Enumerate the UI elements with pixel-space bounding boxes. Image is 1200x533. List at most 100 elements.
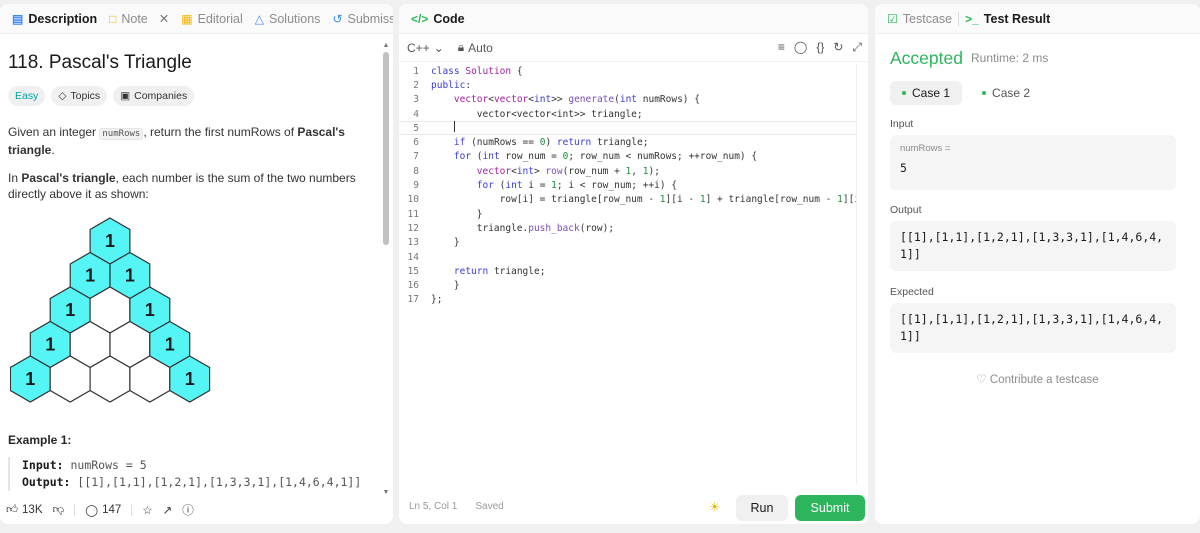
code-line: 12 triangle.push_back(row); — [399, 221, 857, 235]
code-editor[interactable]: 1 class Solution { 2 public: 3 vector<vect… — [399, 64, 857, 307]
help-button[interactable]: ⓘ — [182, 502, 194, 518]
tab-solutions[interactable]: △ Solutions — [249, 4, 327, 33]
hex-value: 1 — [45, 335, 55, 355]
result-status: Accepted — [890, 48, 963, 68]
format-icon[interactable]: ≡ — [778, 40, 785, 55]
tab-test-result[interactable]: >_ Test Result — [959, 4, 1056, 33]
result-tab-bar: ☑ Testcase >_ Test Result — [875, 4, 1200, 34]
hex-value: 1 — [125, 266, 135, 286]
note-icon: □ — [109, 11, 117, 26]
statement-text: , return the first numRows of — [143, 125, 298, 139]
line-number: 11 — [407, 208, 419, 220]
checkbox-icon: ☑ — [887, 11, 898, 26]
contribute-label: Contribute a testcase — [989, 374, 1099, 386]
input-label: Input: — [22, 458, 64, 472]
editor-tools: ≡ ◯ {} ↻ ⤢ — [778, 40, 862, 55]
terminal-icon: >_ — [965, 11, 979, 26]
example-block: Input: numRows = 5 Output: [[1],[1,1],[1… — [8, 457, 380, 491]
bookmark-icon[interactable]: ◯ — [794, 40, 807, 55]
left-tab-bar: ▤ Description □ Note ✕ ▦ Editorial △ Sol… — [0, 4, 393, 34]
topics-chip[interactable]: ◇ Topics — [51, 86, 108, 106]
difficulty-label: Easy — [15, 90, 39, 102]
tab-testcase-label: Testcase — [902, 11, 953, 26]
tab-description[interactable]: ▤ Description — [6, 4, 103, 33]
problem-explanation: In Pascal's triangle, each number is the… — [8, 170, 368, 202]
share-button[interactable]: ↗ — [163, 503, 173, 517]
case-tabs: Case 1 Case 2 — [890, 81, 1042, 105]
language-select[interactable]: C++ ⌄ — [407, 41, 444, 55]
hex-value: 1 — [25, 369, 35, 389]
pass-dot-icon — [982, 91, 987, 95]
editor-scrollbar[interactable] — [856, 64, 857, 484]
example-heading: Example 1: — [8, 433, 72, 447]
companies-chip[interactable]: ▣ Companies — [113, 86, 195, 106]
hex-value: 1 — [185, 369, 195, 389]
param-value: 5 — [900, 161, 907, 175]
line-number: 5 — [413, 122, 419, 134]
favorite-button[interactable]: ☆ — [142, 503, 152, 517]
close-icon[interactable]: ✕ — [159, 11, 169, 26]
editor-toolbar: C++ ⌄ 🔒︎ Auto ≡ ◯ {} ↻ ⤢ — [399, 34, 868, 62]
star-icon: ☆ — [142, 505, 153, 517]
run-button[interactable]: Run — [736, 495, 788, 521]
line-number: 10 — [407, 194, 419, 206]
line-number: 12 — [407, 222, 419, 234]
like-button[interactable]: 👍︎ 13K — [6, 503, 43, 517]
hex-value: 1 — [105, 231, 115, 251]
tab-description-label: Description — [28, 11, 98, 26]
tab-submissions[interactable]: ↺ Submissio — [326, 4, 393, 33]
line-number: 8 — [413, 165, 419, 177]
lock-icon: ▣ — [120, 90, 131, 102]
line-number: 2 — [413, 79, 419, 91]
tab-note[interactable]: □ Note ✕ — [103, 4, 175, 33]
code-line-current: 5 — [399, 121, 857, 136]
line-number: 1 — [413, 65, 419, 77]
tab-code-label: Code — [433, 11, 465, 26]
line-number: 15 — [407, 265, 419, 277]
contribute-testcase-link[interactable]: ♡ Contribute a testcase — [875, 372, 1200, 386]
tab-editorial[interactable]: ▦ Editorial — [175, 4, 249, 33]
submit-button[interactable]: Submit — [795, 495, 865, 521]
code-line: 15 return triangle; — [399, 264, 857, 278]
difficulty-badge: Easy — [8, 86, 46, 106]
save-status: Saved — [475, 500, 504, 512]
expand-icon[interactable]: ⤢ — [852, 40, 862, 55]
thumbs-down-icon: 👎︎ — [52, 504, 65, 516]
hex-value: 1 — [65, 300, 75, 320]
input-value: numRows = 5 — [70, 458, 147, 472]
heart-icon: ♡ — [976, 374, 987, 386]
case-1-tab[interactable]: Case 1 — [890, 81, 963, 105]
lock-icon: 🔒︎ — [457, 40, 465, 54]
output-box: [[1],[1,1],[1,2,1],[1,3,3,1],[1,4,6,4,1]… — [890, 221, 1176, 271]
runtime-text: Runtime: 2 ms — [971, 51, 1049, 65]
braces-icon[interactable]: {} — [816, 40, 824, 55]
share-icon: ↗ — [162, 505, 173, 517]
code-icon: </> — [411, 11, 429, 26]
tab-test-result-label: Test Result — [983, 11, 1051, 26]
topics-label: Topics — [70, 90, 101, 102]
scrollbar-thumb[interactable] — [383, 52, 389, 245]
tab-testcase[interactable]: ☑ Testcase — [881, 4, 958, 33]
result-panel: ☑ Testcase >_ Test Result Accepted Runti… — [875, 4, 1200, 524]
hex-value: 1 — [85, 266, 95, 286]
case-2-tab[interactable]: Case 2 — [970, 81, 1042, 105]
chevron-down-icon: ⌄ — [433, 40, 444, 55]
scroll-down-icon[interactable]: ▼ — [382, 489, 390, 496]
lightbulb-icon[interactable]: ☀ — [709, 500, 720, 514]
pascal-triangle-figure: 11 11 11 11 1 — [10, 217, 211, 403]
dislike-button[interactable]: 👎︎ — [53, 503, 65, 517]
footer-divider — [74, 504, 76, 516]
reset-icon[interactable]: ↻ — [833, 40, 843, 55]
language-label: C++ — [407, 40, 430, 55]
auto-label: Auto — [468, 40, 493, 55]
tab-code[interactable]: </> Code — [405, 4, 471, 33]
auto-mode-toggle[interactable]: 🔒︎ Auto — [458, 40, 493, 55]
tab-editorial-label: Editorial — [197, 11, 243, 26]
scroll-up-icon[interactable]: ▲ — [382, 42, 390, 49]
output-heading: Output — [890, 204, 922, 216]
code-line: 2 public: — [399, 78, 857, 92]
line-number: 9 — [413, 180, 419, 192]
tab-note-label: Note — [121, 11, 148, 26]
scrollbar[interactable]: ▲ ▼ — [382, 42, 390, 496]
comments-button[interactable]: ◯ 147 — [85, 503, 121, 517]
